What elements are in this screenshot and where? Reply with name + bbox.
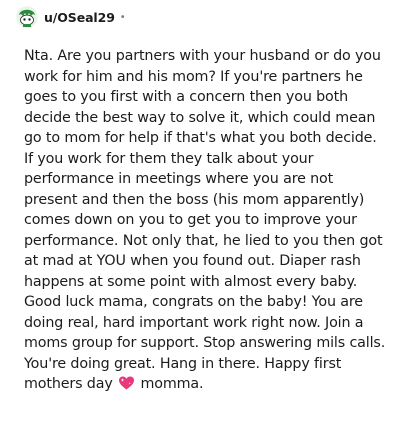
comment: u/OSeal29 • Nta. Are you partners with y… bbox=[0, 0, 400, 421]
avatar[interactable] bbox=[16, 6, 38, 28]
comment-body: Nta. Are you partners with your husband … bbox=[24, 46, 386, 398]
comment-text: Nta. Are you partners with your husband … bbox=[24, 46, 386, 398]
comment-text-main: Nta. Are you partners with your husband … bbox=[24, 48, 386, 392]
comment-header: u/OSeal29 • bbox=[16, 4, 126, 30]
username-link[interactable]: u/OSeal29 bbox=[44, 10, 115, 25]
sparkling-heart-icon bbox=[118, 375, 135, 398]
snoo-avatar-icon bbox=[16, 6, 38, 28]
comment-text-end: momma. bbox=[140, 376, 204, 392]
meta-separator: • bbox=[119, 11, 126, 23]
